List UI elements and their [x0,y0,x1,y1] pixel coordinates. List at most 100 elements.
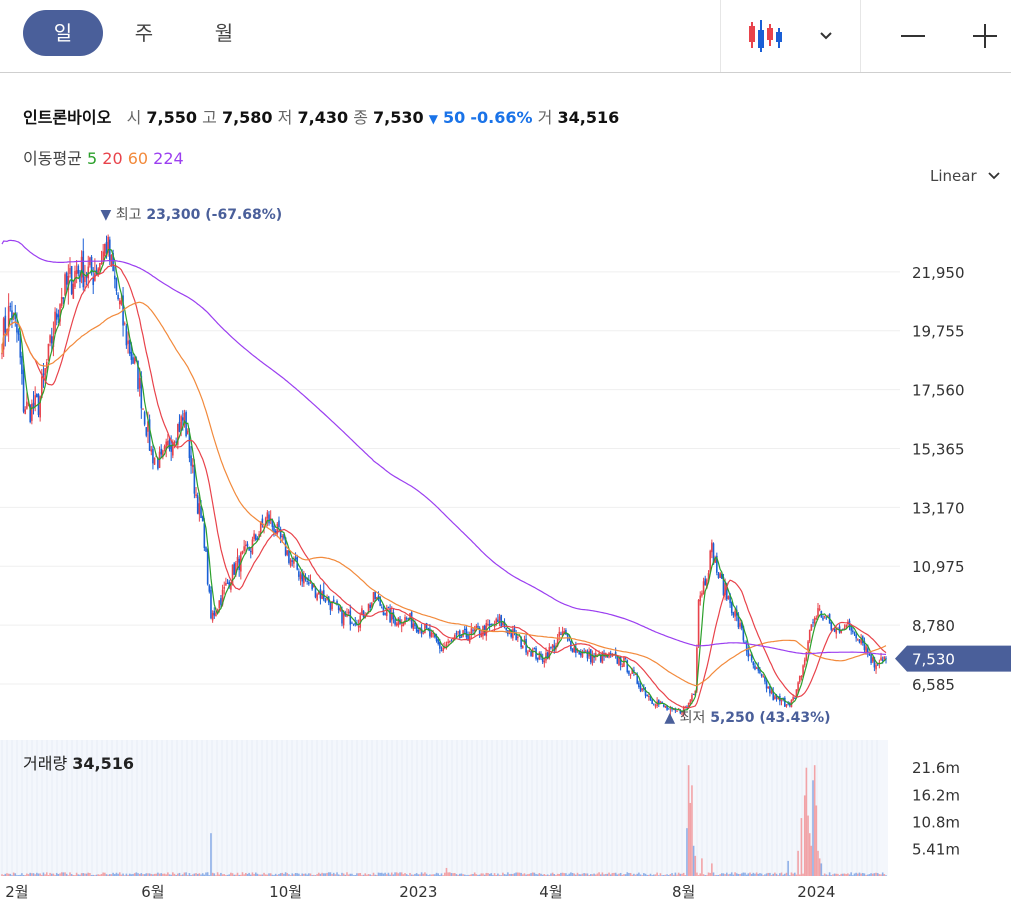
candle-body [457,631,459,633]
candle-body [827,615,829,617]
volume-bar [301,873,303,876]
chart-type-button[interactable] [740,0,790,72]
candle-body [402,622,405,627]
volume-bar [594,874,597,876]
candle-body [883,656,886,660]
volume-bar [404,873,406,876]
candle-body [400,625,403,627]
candle-body [628,670,630,675]
volume-bar [740,873,743,876]
candle-body [291,560,294,562]
candle-body [236,556,239,563]
candle-body [240,552,242,572]
volume-bar [754,873,756,876]
volume-bar [770,874,773,876]
candle-body [153,457,156,465]
candle-body [725,584,728,600]
candle-body [313,584,315,587]
candle-body [721,573,723,579]
candle-body [216,609,219,613]
volume-bar [565,873,567,876]
volume-bar [100,874,103,876]
candle-body [22,369,25,412]
candle-body [805,652,808,661]
volume-bar [661,875,663,876]
volume-bar [445,867,448,876]
candle-body [382,608,385,616]
volume-bar [593,873,595,876]
candle-body [656,701,658,706]
volume-bar [371,875,373,876]
candle-body [439,641,441,649]
volume-bar [611,873,614,876]
candle-body [52,336,55,347]
volume-bar [725,872,728,876]
volume-bar [341,872,343,876]
period-monthly-button[interactable]: 월 [200,10,248,56]
candle-body [789,703,791,706]
candle-body [200,506,202,519]
volume-bar [14,873,17,876]
candle-body [638,682,640,688]
volume-bar [385,874,388,876]
volume-bar [870,873,872,876]
volume-bar [825,874,828,876]
volume-bar [808,833,811,876]
candle-body [359,615,362,628]
candle-body [137,360,139,390]
price-chart[interactable]: 21,950 19,755 17,560 15,365 13,170 10,975 8,78… [0,0,1011,922]
price-tick-label: 15,365 [912,440,965,458]
candle-body [317,591,320,595]
zoom-in-button[interactable] [962,0,1008,72]
candle-body [283,534,285,539]
candle-body [717,573,720,578]
candle-body [787,703,789,705]
chart-type-dropdown[interactable] [808,0,844,72]
moving-average-legend[interactable]: 이동평균 5 20 60 224 [23,145,184,169]
candle-body [203,523,206,548]
candle-body [440,649,443,651]
candle-body [369,604,371,609]
volume-bar [551,872,554,876]
candle-body [495,618,498,625]
candle-body [376,597,378,600]
volume-bar [306,874,308,876]
volume-bar [677,872,680,876]
candle-body [672,708,675,710]
volume-bar [9,873,12,876]
chevron-down-icon [988,172,1001,180]
volume-bar [12,872,15,876]
candle-body [832,628,834,630]
volume-bar [523,873,526,876]
candle-body [583,651,585,653]
volume-bar [235,874,237,876]
candle-body [104,243,106,257]
period-daily-button[interactable]: 일 [23,10,103,56]
candle-body [752,661,755,666]
volume-bar [283,873,285,876]
volume-bar [162,873,164,876]
volume-bar [450,873,453,876]
volume-bar [29,872,31,876]
candle-body [337,605,340,611]
volume-bar [631,874,634,876]
candle-body [424,624,426,634]
candle-body [667,708,670,710]
volume-bar [863,873,866,876]
volume-bar [193,873,196,876]
chevron-down-icon [820,32,832,40]
candle-body [2,318,5,350]
volume-bar [575,874,577,876]
volume-bar [646,874,648,876]
scale-mode-dropdown[interactable]: Linear [930,167,1001,185]
zoom-out-button[interactable] [890,0,936,72]
candle-body [646,695,648,697]
volume-bar [303,873,305,876]
candle-body [271,519,274,527]
volume-bar [545,874,547,876]
volume-bar [641,875,643,876]
volume-bar [389,874,391,876]
period-weekly-button[interactable]: 주 [120,10,168,56]
volume-bar [384,872,386,876]
volume-bar [721,873,723,876]
